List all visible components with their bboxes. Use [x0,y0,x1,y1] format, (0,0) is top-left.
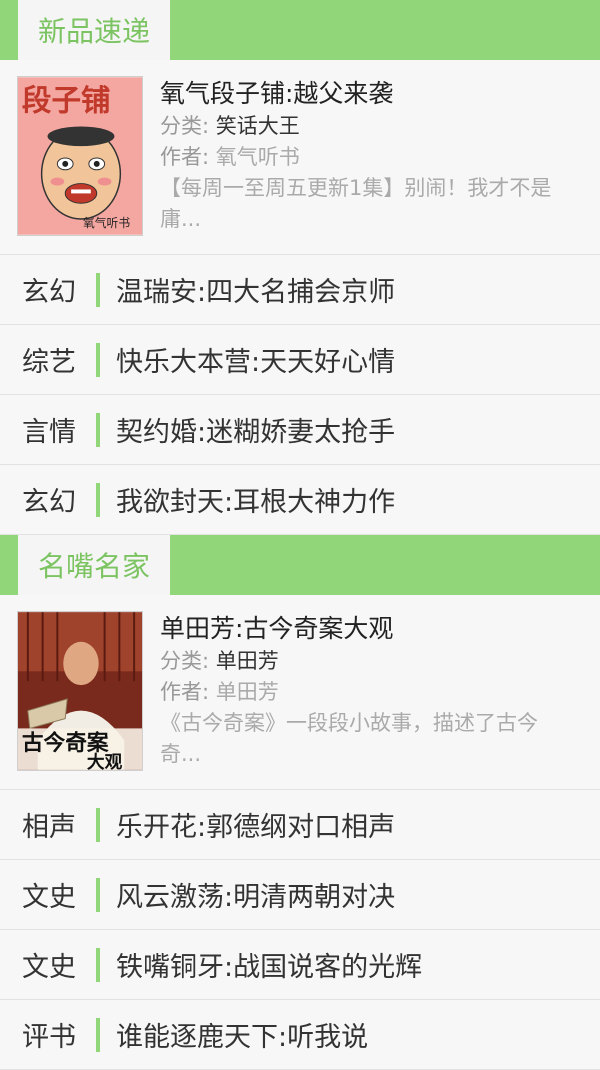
list-item-title: 快乐大本营:天天好心情 [116,347,396,378]
section-tab-new-arrivals[interactable]: 新品速递 [18,0,170,60]
category-label: 分类: [160,114,210,138]
book-cover[interactable]: 古今奇案 大观 [17,611,143,771]
list-item-title: 风云激荡:明清两朝对决 [116,882,396,913]
category-label: 分类: [160,649,210,673]
book-cover[interactable]: 段子铺 氧气听书 [17,76,143,236]
list-item-category: 综艺 [22,347,76,378]
author-value: 单田芳 [215,680,279,704]
list-item[interactable]: 相声 乐开花:郭德纲对口相声 [0,790,600,860]
category-divider [96,807,100,842]
list-item[interactable]: 文史 铁嘴铜牙:战国说客的光辉 [0,930,600,1000]
list-item-category: 评书 [22,1022,76,1053]
list-item-title: 铁嘴铜牙:战国说客的光辉 [116,952,423,983]
featured-book-info: 氧气段子铺:越父来袭 分类: 笑话大王 作者: 氧气听书 【每周一至周五更新1集… [160,77,578,235]
category-divider [96,412,100,447]
list-item[interactable]: 玄幻 温瑞安:四大名捕会京师 [0,255,600,325]
book-description: 《古今奇案》一段段小故事，描述了古今奇... [160,711,538,766]
cover-title-text: 段子铺 [22,84,111,118]
book-category: 分类: 笑话大王 [160,111,578,142]
list-item[interactable]: 综艺 快乐大本营:天天好心情 [0,325,600,395]
book-author: 作者: 单田芳 [160,677,578,708]
cover-publisher-text: 氧气听书 [83,216,130,230]
category-divider [96,482,100,517]
list-item[interactable]: 玄幻 我欲封天:耳根大神力作 [0,465,600,535]
section-new-arrivals: 新品速递 段子铺 氧气听书 氧气段子铺:越父来袭 分类: 笑话大王 作者: 氧气… [0,0,600,535]
section-header: 新品速递 [0,0,600,60]
category-divider [96,272,100,307]
book-category: 分类: 单田芳 [160,646,578,677]
cover-subtitle-text: 大观 [87,751,123,770]
author-label: 作者: [160,145,210,169]
section-header: 名嘴名家 [0,535,600,595]
book-author: 作者: 氧气听书 [160,142,578,173]
book-title[interactable]: 氧气段子铺:越父来袭 [160,77,578,111]
list-item-category: 言情 [22,417,76,448]
featured-book-info: 单田芳:古今奇案大观 分类: 单田芳 作者: 单田芳 《古今奇案》一段段小故事，… [160,612,578,770]
book-cover-image: 古今奇案 大观 [18,612,142,770]
category-divider [96,1017,100,1052]
author-label: 作者: [160,680,210,704]
list-item-category: 玄幻 [22,277,76,308]
book-cover-image: 段子铺 氧气听书 [18,77,142,235]
list-item-category: 文史 [22,882,76,913]
author-value: 氧气听书 [215,145,300,169]
book-description: 【每周一至周五更新1集】别闹！我才不是庸... [160,176,552,231]
featured-book-card[interactable]: 古今奇案 大观 单田芳:古今奇案大观 分类: 单田芳 作者: 单田芳 《古今奇案… [0,595,600,790]
section-tab-famous-narrators[interactable]: 名嘴名家 [18,535,170,595]
list-item[interactable]: 评书 谁能逐鹿天下:听我说 [0,1000,600,1070]
category-value: 笑话大王 [215,114,300,138]
featured-book-card[interactable]: 段子铺 氧气听书 氧气段子铺:越父来袭 分类: 笑话大王 作者: 氧气听书 【每… [0,60,600,255]
list-item-title: 谁能逐鹿天下:听我说 [116,1022,369,1053]
list-item-title: 契约婚:迷糊娇妻太抢手 [116,417,396,448]
section-famous-narrators: 名嘴名家 古今奇案 大观 单田芳:古今奇案大观 分类: 单田芳 作者: 单田芳 … [0,535,600,1070]
list-item-title: 我欲封天:耳根大神力作 [116,487,396,518]
list-item-category: 文史 [22,952,76,983]
list-item-category: 玄幻 [22,487,76,518]
category-value: 单田芳 [215,649,279,673]
category-divider [96,877,100,912]
list-item-title: 乐开花:郭德纲对口相声 [116,812,396,843]
category-divider [96,342,100,377]
category-divider [96,947,100,982]
list-item-category: 相声 [22,812,76,843]
list-item[interactable]: 文史 风云激荡:明清两朝对决 [0,860,600,930]
list-item[interactable]: 言情 契约婚:迷糊娇妻太抢手 [0,395,600,465]
list-item-title: 温瑞安:四大名捕会京师 [116,277,396,308]
book-title[interactable]: 单田芳:古今奇案大观 [160,612,578,646]
